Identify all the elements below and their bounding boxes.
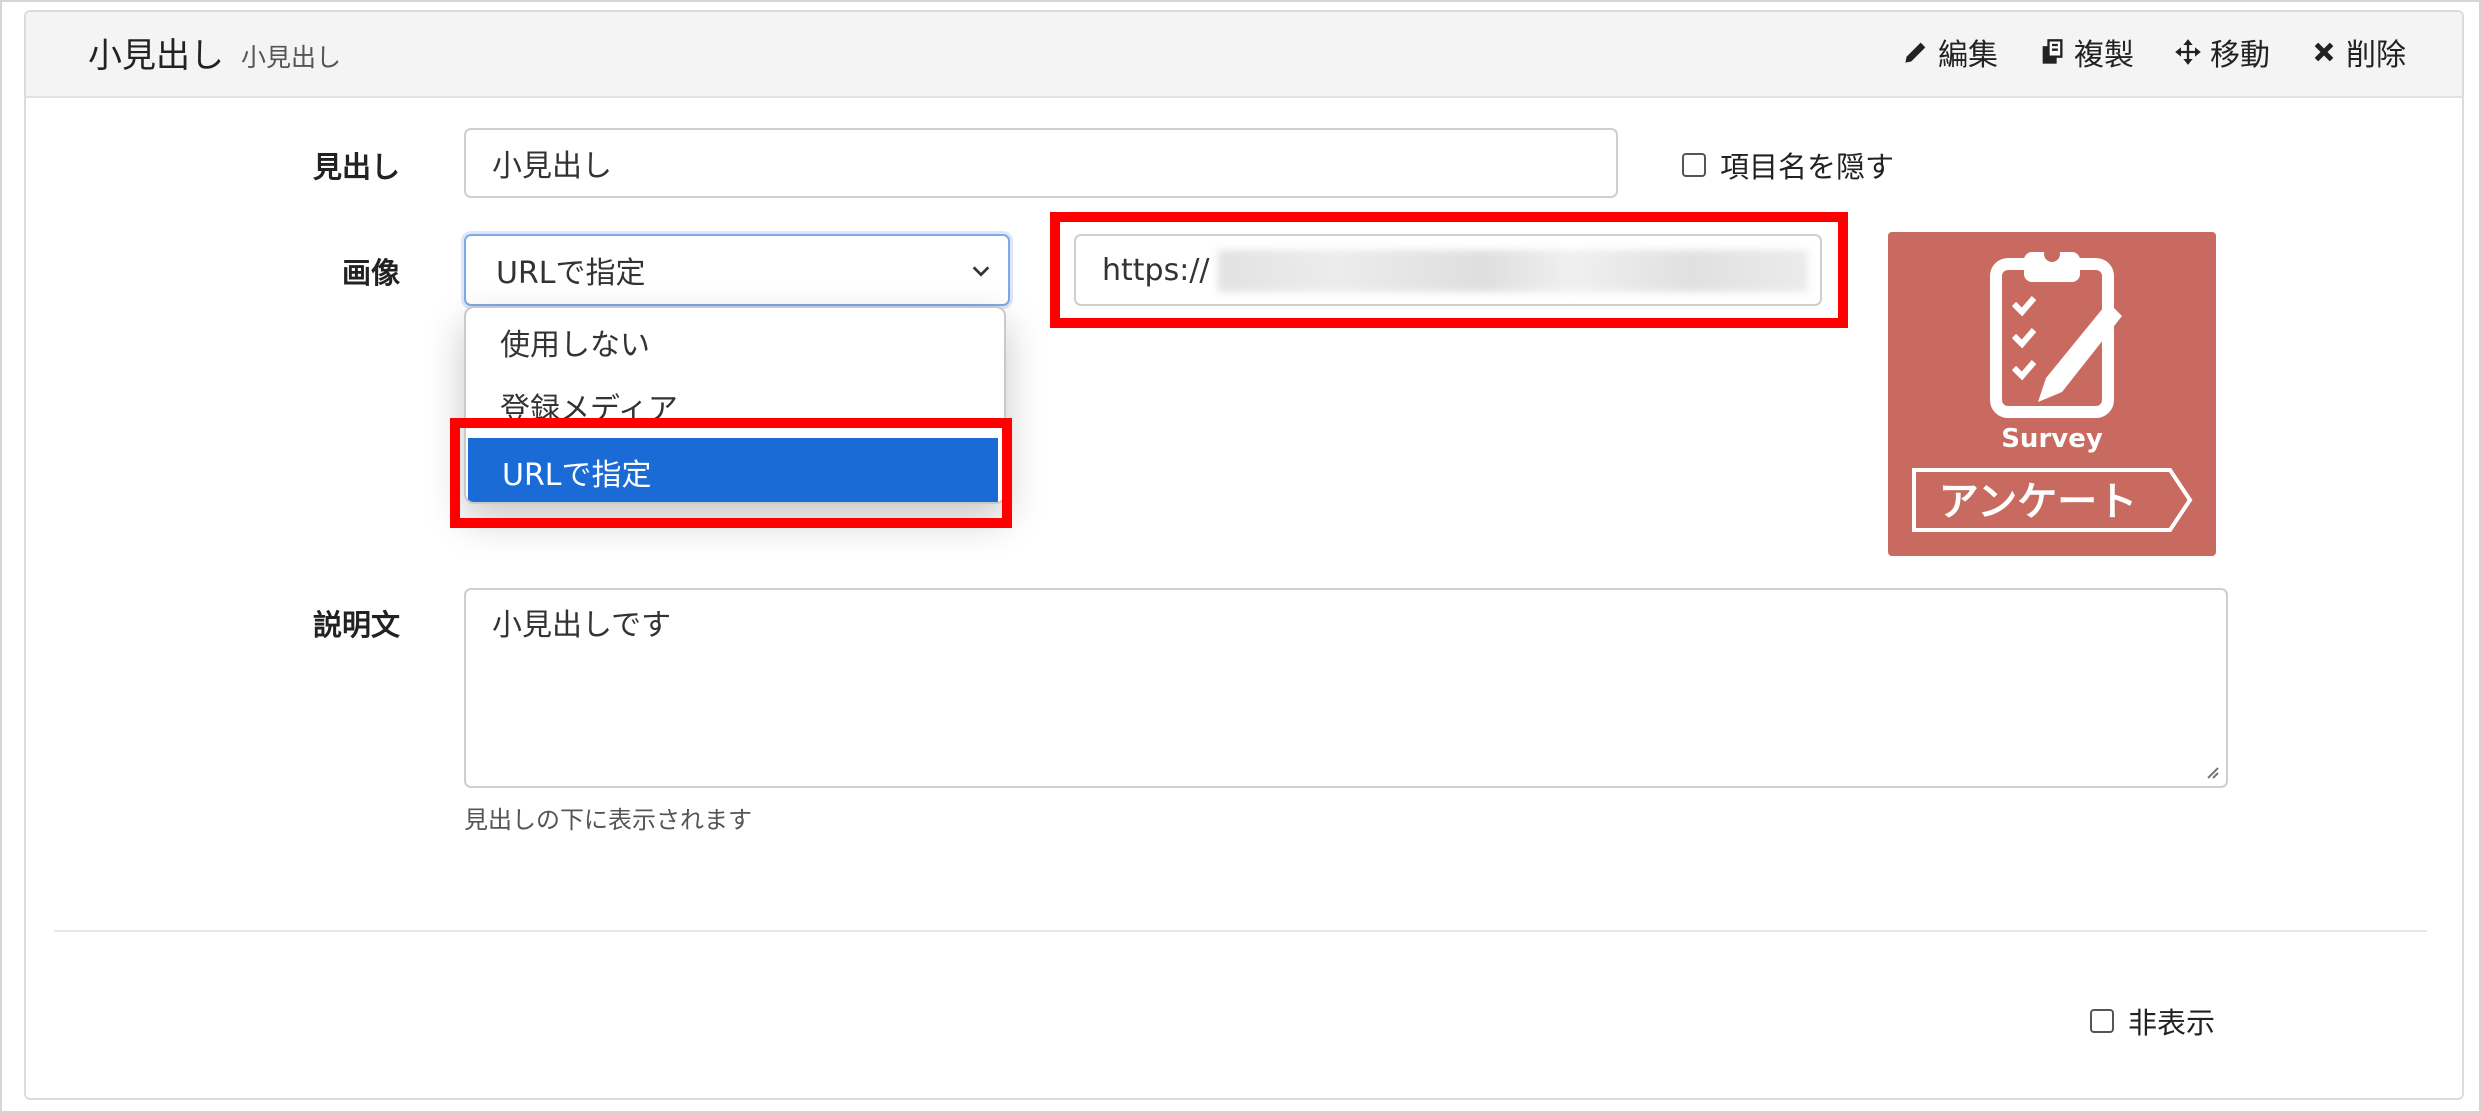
- pencil-icon: [1905, 42, 1926, 63]
- copy-button[interactable]: 複製: [2038, 30, 2134, 74]
- description-label: 説明文: [312, 608, 400, 642]
- hide-item-name-option[interactable]: 項目名を隠す: [1682, 144, 1894, 186]
- edit-button[interactable]: 編集: [1902, 30, 1998, 74]
- heading-input[interactable]: 小見出し: [464, 128, 1618, 198]
- delete-button[interactable]: 削除: [2310, 30, 2406, 74]
- edit-label: 編集: [1938, 38, 1998, 73]
- survey-preview-image: Survey アンケート: [1888, 232, 2216, 556]
- survey-banner-text: アンケート: [1939, 479, 2137, 525]
- hide-item-name-checkbox[interactable]: [1682, 153, 1706, 177]
- move-button[interactable]: 移動: [2174, 30, 2270, 74]
- option-none-label: 使用しない: [500, 328, 650, 363]
- heading-label: 見出し: [312, 150, 400, 184]
- survey-clipboard-icon: Survey アンケート: [1912, 246, 2193, 532]
- close-icon: [2314, 42, 2334, 62]
- survey-caption: Survey: [2001, 424, 2103, 454]
- image-source-select[interactable]: URLで指定: [464, 234, 1010, 306]
- move-label: 移動: [2210, 38, 2270, 73]
- chevron-down-icon: [972, 266, 990, 277]
- delete-label: 削除: [2346, 38, 2406, 73]
- move-icon: [2175, 39, 2201, 65]
- highlight-url-input: [1050, 212, 1848, 328]
- hidden-checkbox[interactable]: [2090, 1009, 2114, 1033]
- highlight-url-option: [450, 418, 1012, 528]
- card-header: 小見出し 小見出し 編集 複製 移動 削除: [26, 12, 2462, 98]
- hidden-option[interactable]: 非表示: [2090, 1000, 2215, 1042]
- header-actions: 編集 複製 移動 削除: [1902, 30, 2406, 74]
- divider: [54, 930, 2427, 932]
- option-none[interactable]: 使用しない: [466, 312, 1004, 372]
- copy-label: 複製: [2074, 38, 2134, 73]
- item-title: 小見出し: [88, 36, 224, 76]
- heading-input-value: 小見出し: [492, 149, 612, 184]
- image-source-value: URLで指定: [496, 256, 646, 291]
- image-label: 画像: [341, 256, 400, 290]
- item-subtitle: 小見出し: [241, 43, 342, 72]
- resize-handle-icon[interactable]: [2202, 762, 2220, 780]
- description-textarea[interactable]: 小見出しです: [464, 588, 2228, 788]
- description-value: 小見出しです: [492, 608, 672, 643]
- copy-icon: [2042, 39, 2063, 64]
- description-hint: 見出しの下に表示されます: [464, 806, 752, 834]
- hide-item-name-label: 項目名を隠す: [1720, 150, 1895, 184]
- hidden-label: 非表示: [2128, 1006, 2216, 1040]
